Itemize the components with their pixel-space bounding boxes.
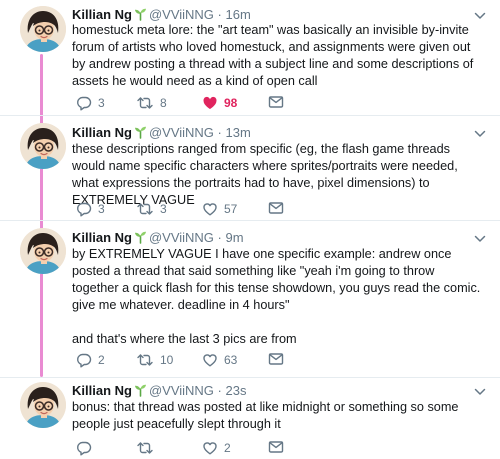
tweet[interactable]: Killian Ng @VViiNNG · 16m homestuck meta … bbox=[0, 0, 500, 114]
heart-icon bbox=[202, 440, 218, 456]
chevron-down-icon[interactable] bbox=[474, 127, 486, 141]
direct-message-button[interactable] bbox=[268, 440, 284, 454]
author-name[interactable]: Killian Ng bbox=[72, 230, 132, 245]
tweet-paragraph: bonus: that thread was posted at like mi… bbox=[72, 400, 459, 431]
retweet-button[interactable]: 3 bbox=[136, 201, 167, 217]
reply-count: 3 bbox=[98, 96, 105, 110]
retweet-count: 8 bbox=[160, 96, 167, 110]
timestamp[interactable]: 23s bbox=[226, 383, 247, 398]
tweet-actions: 3 8 98 bbox=[72, 95, 302, 113]
timestamp[interactable]: 13m bbox=[226, 125, 251, 140]
reply-icon bbox=[76, 95, 92, 111]
like-count: 98 bbox=[224, 96, 238, 110]
author-handle[interactable]: @VViiNNG bbox=[149, 125, 214, 140]
tweet-paragraph: by EXTREMELY VAGUE I have one specific e… bbox=[72, 247, 481, 312]
heart-icon bbox=[202, 201, 218, 217]
author-name[interactable]: Killian Ng bbox=[72, 125, 132, 140]
tweet[interactable]: Killian Ng @VViiNNG · 13m these descripti… bbox=[0, 115, 500, 220]
reply-count: 3 bbox=[98, 202, 105, 216]
like-button[interactable]: 57 bbox=[202, 201, 237, 217]
tweet-text: these descriptions ranged from specific … bbox=[72, 141, 484, 209]
retweet-count: 3 bbox=[160, 202, 167, 216]
tweet-actions: 2 bbox=[72, 440, 302, 458]
tweet-actions: 3 3 57 bbox=[72, 201, 302, 219]
envelope-icon bbox=[268, 352, 284, 366]
reply-button[interactable]: 3 bbox=[76, 201, 105, 217]
chevron-down-icon[interactable] bbox=[474, 385, 486, 399]
like-button[interactable]: 2 bbox=[202, 440, 231, 456]
tweet-paragraph: and that's where the last 3 pics are fro… bbox=[72, 332, 297, 346]
separator-dot: · bbox=[217, 7, 222, 22]
like-button[interactable]: 98 bbox=[202, 95, 237, 111]
tweet-text: bonus: that thread was posted at like mi… bbox=[72, 399, 484, 433]
reply-button[interactable] bbox=[76, 440, 98, 456]
chevron-down-icon[interactable] bbox=[474, 9, 486, 23]
avatar[interactable] bbox=[20, 123, 66, 169]
retweet-icon bbox=[136, 440, 154, 456]
author-handle[interactable]: @VViiNNG bbox=[149, 7, 214, 22]
retweet-button[interactable] bbox=[136, 440, 160, 456]
chevron-down-icon[interactable] bbox=[474, 232, 486, 246]
avatar[interactable] bbox=[20, 382, 66, 428]
retweet-button[interactable]: 8 bbox=[136, 95, 167, 111]
retweet-icon bbox=[136, 352, 154, 368]
reply-button[interactable]: 3 bbox=[76, 95, 105, 111]
author-handle[interactable]: @VViiNNG bbox=[149, 383, 214, 398]
tweet-actions: 2 10 63 bbox=[72, 352, 302, 370]
tweet[interactable]: Killian Ng @VViiNNG · 23s bonus: that thr… bbox=[0, 377, 500, 459]
separator-dot: · bbox=[217, 230, 222, 245]
author-name[interactable]: Killian Ng bbox=[72, 7, 132, 22]
tweet-text: by EXTREMELY VAGUE I have one specific e… bbox=[72, 246, 484, 348]
heart-icon bbox=[202, 95, 218, 111]
reply-icon bbox=[76, 201, 92, 217]
tweet-paragraph: homestuck meta lore: the "art team" was … bbox=[72, 23, 474, 88]
reply-icon bbox=[76, 352, 92, 368]
reply-icon bbox=[76, 440, 92, 456]
like-count: 57 bbox=[224, 202, 238, 216]
retweet-count: 10 bbox=[160, 353, 174, 367]
separator-dot: · bbox=[217, 125, 222, 140]
reply-button[interactable]: 2 bbox=[76, 352, 105, 368]
direct-message-button[interactable] bbox=[268, 352, 284, 366]
author-name[interactable]: Killian Ng bbox=[72, 383, 132, 398]
envelope-icon bbox=[268, 201, 284, 215]
timestamp[interactable]: 16m bbox=[226, 7, 251, 22]
separator-dot: · bbox=[217, 383, 222, 398]
heart-icon bbox=[202, 352, 218, 368]
direct-message-button[interactable] bbox=[268, 201, 284, 215]
envelope-icon bbox=[268, 95, 284, 109]
retweet-icon bbox=[136, 95, 154, 111]
like-button[interactable]: 63 bbox=[202, 352, 237, 368]
timestamp[interactable]: 9m bbox=[226, 230, 244, 245]
tweet-text: homestuck meta lore: the "art team" was … bbox=[72, 22, 484, 90]
envelope-icon bbox=[268, 440, 284, 454]
avatar[interactable] bbox=[20, 228, 66, 274]
like-count: 63 bbox=[224, 353, 238, 367]
tweet-paragraph: these descriptions ranged from specific … bbox=[72, 142, 458, 207]
author-handle[interactable]: @VViiNNG bbox=[149, 230, 214, 245]
retweet-icon bbox=[136, 201, 154, 217]
tweet[interactable]: Killian Ng @VViiNNG · 9m by EXTREMELY VAG… bbox=[0, 220, 500, 377]
like-count: 2 bbox=[224, 441, 231, 455]
retweet-button[interactable]: 10 bbox=[136, 352, 173, 368]
avatar[interactable] bbox=[20, 6, 66, 52]
reply-count: 2 bbox=[98, 353, 105, 367]
direct-message-button[interactable] bbox=[268, 95, 284, 109]
